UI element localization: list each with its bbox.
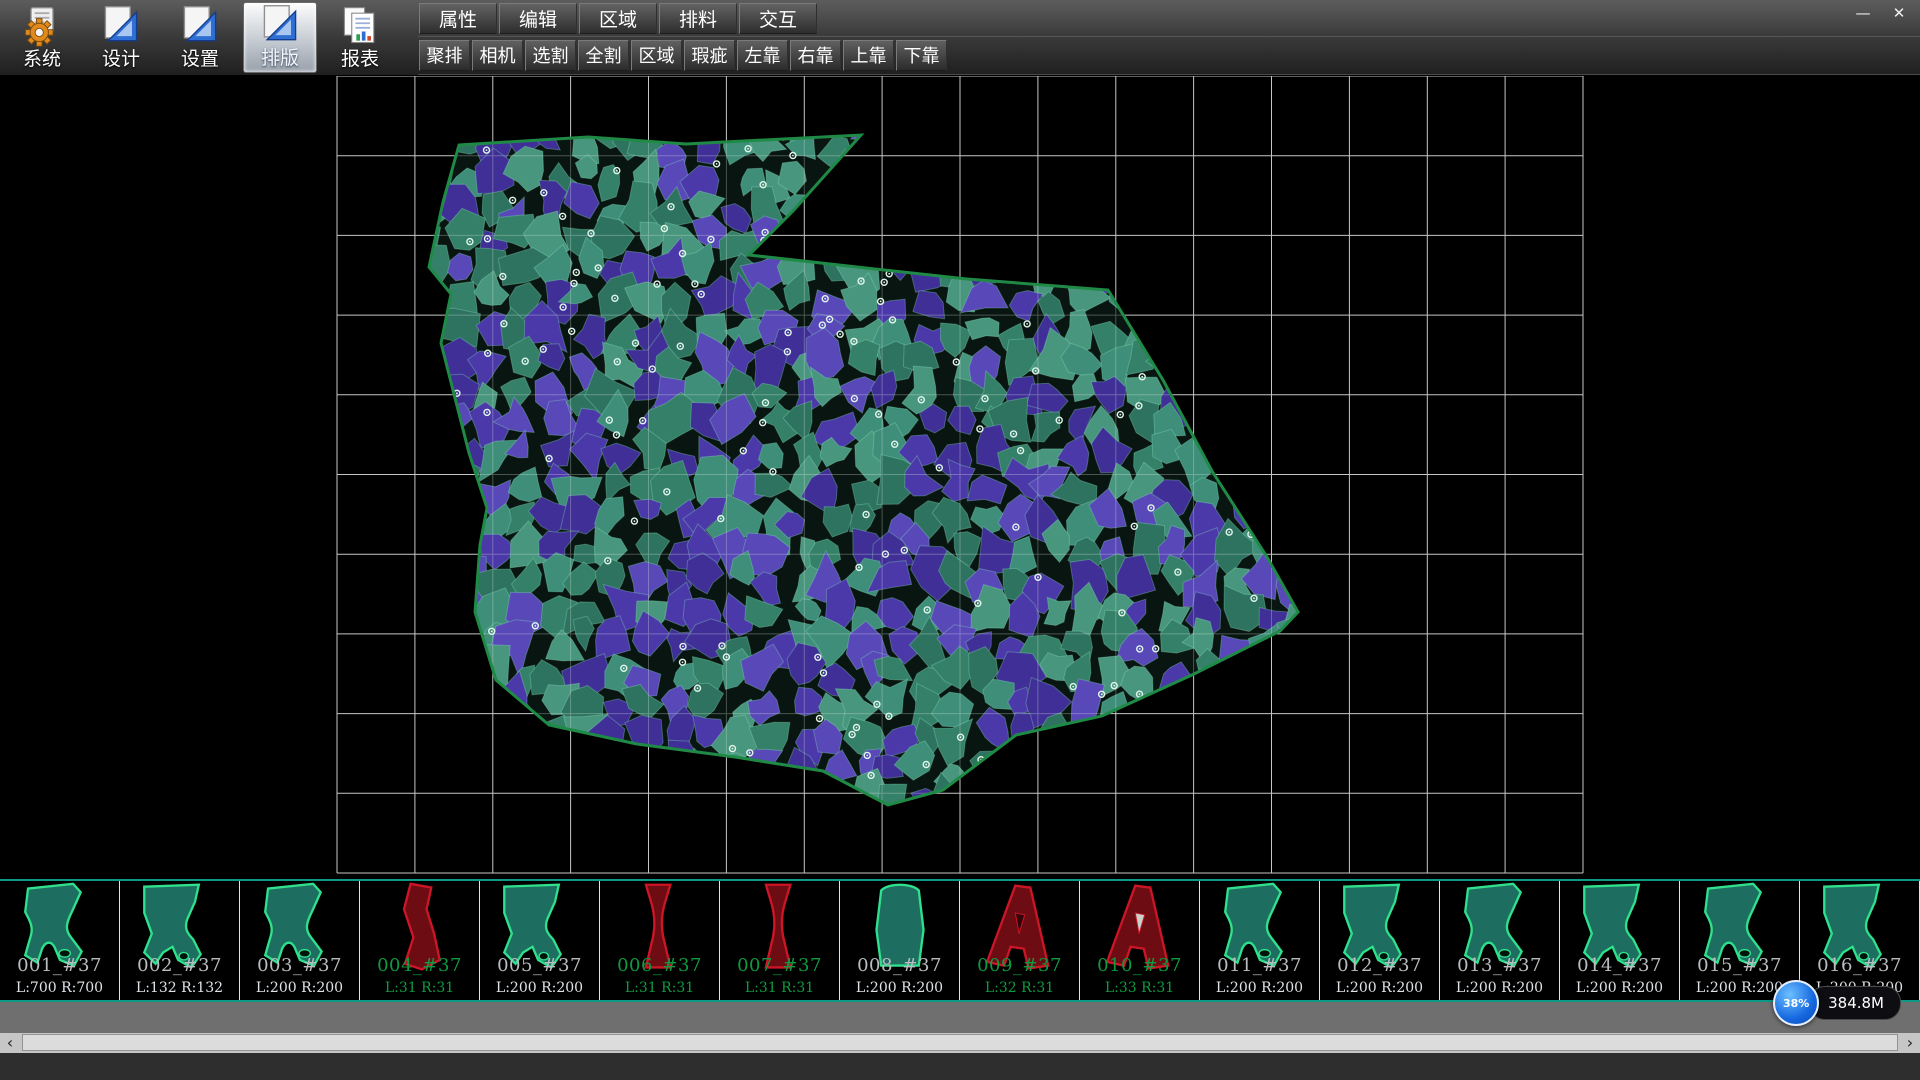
piece-counts: L:132 R:132	[120, 980, 239, 996]
main-toolbar-groups: 系统 设计 设置 排版 报表	[0, 0, 398, 75]
action-button-align-bottom[interactable]: 下靠	[896, 40, 947, 71]
piece-thumbnail-003_#37[interactable]: 003_#37 L:200 R:200	[240, 881, 360, 1000]
nesting-canvas-drawing[interactable]	[0, 76, 1920, 879]
horizontal-scrollbar[interactable]: ‹ ›	[0, 1033, 1920, 1053]
piece-counts: L:32 R:31	[960, 980, 1079, 996]
gear-icon	[20, 4, 64, 48]
menu-tab-nest[interactable]: 排料	[659, 3, 737, 34]
action-button-defect[interactable]: 瑕疵	[684, 40, 735, 71]
memory-status: 38% 384.8M	[1773, 980, 1901, 1026]
action-button-zone[interactable]: 区域	[631, 40, 682, 71]
piece-counts: L:700 R:700	[0, 980, 119, 996]
piece-name: 005_#37	[480, 955, 599, 976]
piece-name: 009_#37	[960, 955, 1079, 976]
menu-panel: 属性编辑区域排料交互 聚排相机选割全割区域瑕疵左靠右靠上靠下靠	[418, 0, 1920, 75]
action-button-align-left[interactable]: 左靠	[737, 40, 788, 71]
toolbar-button-label: 排版	[261, 47, 299, 69]
action-button-align-right[interactable]: 右靠	[790, 40, 841, 71]
piece-counts: L:200 R:200	[1200, 980, 1319, 996]
piece-counts: L:31 R:31	[720, 980, 839, 996]
toolbar-button-label: 设置	[181, 48, 219, 70]
piece-name: 002_#37	[120, 955, 239, 976]
menu-tab-edit[interactable]: 编辑	[499, 3, 577, 34]
action-button-select-cut[interactable]: 选割	[525, 40, 576, 71]
piece-counts: L:200 R:200	[1560, 980, 1679, 996]
scrollbar-thumb[interactable]	[22, 1034, 1898, 1051]
toolbar-button-design[interactable]: 设计	[85, 2, 157, 73]
action-button-row: 聚排相机选割全割区域瑕疵左靠右靠上靠下靠	[418, 37, 1920, 75]
toolbar-button-system[interactable]: 系统	[6, 2, 78, 73]
piece-name: 014_#37	[1560, 955, 1679, 976]
piece-thumbnail-012_#37[interactable]: 012_#37 L:200 R:200	[1320, 881, 1440, 1000]
ruler-icon	[258, 3, 302, 47]
piece-counts: L:200 R:200	[240, 980, 359, 996]
status-bar	[0, 1002, 1920, 1033]
piece-name: 006_#37	[600, 955, 719, 976]
piece-thumbnail-004_#37[interactable]: 004_#37 L:31 R:31	[360, 881, 480, 1000]
piece-name: 013_#37	[1440, 955, 1559, 976]
piece-thumbnail-007_#37[interactable]: 007_#37 L:31 R:31	[720, 881, 840, 1000]
piece-name: 003_#37	[240, 955, 359, 976]
application-window: 系统设计设置排版报表 属性编辑区域排料交互 聚排相机选割全割区域瑕疵左靠右靠上靠…	[0, 0, 1920, 1080]
action-button-camera[interactable]: 相机	[472, 40, 523, 71]
piece-name: 007_#37	[720, 955, 839, 976]
piece-name: 012_#37	[1320, 955, 1439, 976]
piece-name: 016_#37	[1800, 955, 1919, 976]
report-icon	[338, 4, 382, 48]
piece-name: 011_#37	[1200, 955, 1319, 976]
piece-name: 010_#37	[1080, 955, 1199, 976]
minimize-button[interactable]: —	[1848, 2, 1878, 24]
piece-name: 015_#37	[1680, 955, 1799, 976]
scroll-left-button[interactable]: ‹	[0, 1033, 20, 1053]
toolbar-button-settings[interactable]: 设置	[164, 2, 236, 73]
piece-thumbnail-011_#37[interactable]: 011_#37 L:200 R:200	[1200, 881, 1320, 1000]
piece-thumbnail-005_#37[interactable]: 005_#37 L:200 R:200	[480, 881, 600, 1000]
piece-thumbnail-006_#37[interactable]: 006_#37 L:31 R:31	[600, 881, 720, 1000]
action-button-align-top[interactable]: 上靠	[843, 40, 894, 71]
piece-name: 001_#37	[0, 955, 119, 976]
piece-counts: L:31 R:31	[600, 980, 719, 996]
memory-usage-label: 384.8M	[1809, 986, 1901, 1020]
piece-thumbnail-010_#37[interactable]: 010_#37 L:33 R:31	[1080, 881, 1200, 1000]
toolbar-button-label: 系统	[23, 48, 61, 70]
nesting-canvas[interactable]	[0, 76, 1920, 879]
window-controls: — ✕	[1848, 2, 1914, 24]
menu-tab-interact[interactable]: 交互	[739, 3, 817, 34]
piece-thumbnail-009_#37[interactable]: 009_#37 L:32 R:31	[960, 881, 1080, 1000]
piece-thumbnail-strip: 001_#37 L:700 R:700002_#37 L:132 R:132003_…	[0, 879, 1920, 1002]
close-button[interactable]: ✕	[1884, 2, 1914, 24]
piece-counts: L:33 R:31	[1080, 980, 1199, 996]
piece-counts: L:200 R:200	[840, 980, 959, 996]
ruler-icon	[99, 4, 143, 48]
piece-thumbnail-002_#37[interactable]: 002_#37 L:132 R:132	[120, 881, 240, 1000]
toolbar-button-report[interactable]: 报表	[324, 2, 396, 73]
piece-thumbnail-014_#37[interactable]: 014_#37 L:200 R:200	[1560, 881, 1680, 1000]
piece-thumbnail-008_#37[interactable]: 008_#37 L:200 R:200	[840, 881, 960, 1000]
toolbar-button-label: 设计	[102, 48, 140, 70]
top-toolbar: 系统设计设置排版报表 属性编辑区域排料交互 聚排相机选割全割区域瑕疵左靠右靠上靠…	[0, 0, 1920, 76]
menu-tab-region[interactable]: 区域	[579, 3, 657, 34]
piece-counts: L:200 R:200	[1320, 980, 1439, 996]
piece-name: 004_#37	[360, 955, 479, 976]
menu-tab-row: 属性编辑区域排料交互	[418, 0, 1920, 37]
piece-counts: L:200 R:200	[1440, 980, 1559, 996]
memory-percent-badge: 38%	[1773, 980, 1819, 1026]
piece-name: 008_#37	[840, 955, 959, 976]
menu-tab-properties[interactable]: 属性	[419, 3, 497, 34]
action-button-cluster-nest[interactable]: 聚排	[419, 40, 470, 71]
action-button-cut-all[interactable]: 全割	[578, 40, 629, 71]
piece-thumbnail-013_#37[interactable]: 013_#37 L:200 R:200	[1440, 881, 1560, 1000]
piece-counts: L:200 R:200	[480, 980, 599, 996]
piece-counts: L:31 R:31	[360, 980, 479, 996]
toolbar-button-nesting[interactable]: 排版	[243, 2, 317, 73]
ruler-icon	[178, 4, 222, 48]
piece-thumbnail-001_#37[interactable]: 001_#37 L:700 R:700	[0, 881, 120, 1000]
bottom-strip	[0, 1053, 1920, 1080]
scroll-right-button[interactable]: ›	[1900, 1033, 1920, 1053]
toolbar-button-label: 报表	[341, 48, 379, 70]
